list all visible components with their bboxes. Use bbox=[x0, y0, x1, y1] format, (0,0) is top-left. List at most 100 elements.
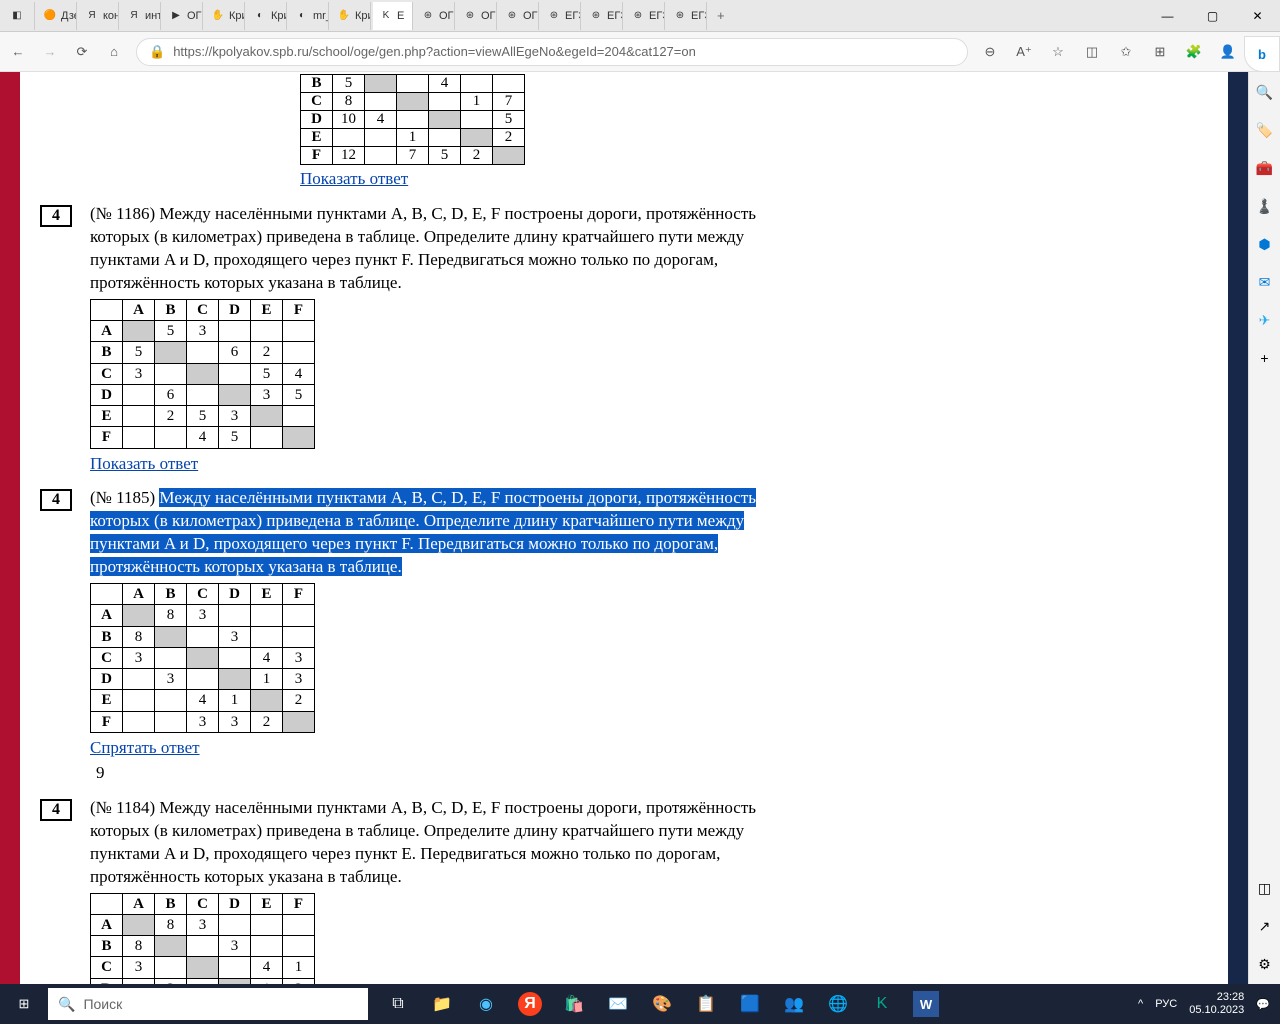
question-number: 4 bbox=[40, 205, 72, 227]
table-1184: ABCDEFA83B83C341D313E412F132 bbox=[90, 893, 315, 984]
tab-favicon: ⊛ bbox=[421, 9, 435, 23]
collections-icon[interactable]: ⊞ bbox=[1150, 42, 1170, 62]
split-icon[interactable]: ◫ bbox=[1082, 42, 1102, 62]
chrome-icon[interactable]: 🌐 bbox=[816, 984, 860, 1024]
browser-tab[interactable]: ▶ОГЭ bbox=[163, 2, 203, 30]
question-text: (№ 1184) Между населёнными пунктами A, B… bbox=[90, 797, 810, 889]
browser-tab[interactable]: ◧ bbox=[4, 2, 35, 30]
tab-favicon: Я bbox=[127, 9, 141, 23]
read-aloud-icon[interactable]: A⁺ bbox=[1014, 42, 1034, 62]
tab-favicon: ◐ bbox=[295, 9, 309, 23]
browser-tab[interactable]: 🟠Дзен bbox=[37, 2, 77, 30]
tab-favicon: 🟠 bbox=[43, 9, 57, 23]
show-answer-link[interactable]: Показать ответ bbox=[90, 453, 198, 476]
outlook-icon[interactable]: ✉ bbox=[1255, 272, 1275, 292]
shopping-icon[interactable]: 🏷️ bbox=[1255, 120, 1275, 140]
office-icon[interactable]: ⬢ bbox=[1255, 234, 1275, 254]
bing-button[interactable]: b bbox=[1244, 36, 1280, 72]
browser-tab[interactable]: ⊛ОГЭ- bbox=[457, 2, 497, 30]
paint-icon[interactable]: 🎨 bbox=[640, 984, 684, 1024]
edge-sidebar: 🔍 🏷️ 🧰 ♟️ ⬢ ✉ ✈ + ◫ ↗ ⚙ bbox=[1248, 72, 1280, 984]
question-number: 4 bbox=[40, 489, 72, 511]
tab-favicon: K bbox=[379, 9, 393, 23]
browser-tab[interactable]: ⊛ОГЭ- bbox=[415, 2, 455, 30]
browser-tab[interactable]: ⊛ЕГЭ- bbox=[541, 2, 581, 30]
table-1185: ABCDEFA83B83C343D313E412F332 bbox=[90, 583, 315, 733]
extensions-icon[interactable]: 🧩 bbox=[1184, 42, 1204, 62]
browser-tab[interactable]: ⊛ОГЭ- bbox=[499, 2, 539, 30]
tab-favicon: ◐ bbox=[253, 9, 267, 23]
add-icon[interactable]: + bbox=[1255, 348, 1275, 368]
browser-tab[interactable]: ◐mr_c bbox=[289, 2, 329, 30]
forward-button: → bbox=[40, 42, 60, 62]
page-content: B54C817D1045E12F12752 Показать ответ 4 (… bbox=[20, 72, 1228, 984]
tab-favicon: ⊛ bbox=[547, 9, 561, 23]
browser-tab[interactable]: ⊛ЕГЭ- bbox=[625, 2, 665, 30]
app-icon[interactable]: 📋 bbox=[684, 984, 728, 1024]
profile-icon[interactable]: 👤 bbox=[1218, 42, 1238, 62]
panel-icon[interactable]: ◫ bbox=[1255, 878, 1275, 898]
url-input[interactable]: 🔒 https://kpolyakov.spb.ru/school/oge/ge… bbox=[136, 38, 968, 66]
taskbar-search[interactable]: 🔍 Поиск bbox=[48, 988, 368, 1020]
browser-tab[interactable]: Яконт bbox=[79, 2, 119, 30]
edge-icon[interactable]: ◉ bbox=[464, 984, 508, 1024]
tab-favicon: ✋ bbox=[211, 9, 225, 23]
maximize-button[interactable]: ▢ bbox=[1190, 0, 1235, 32]
back-button[interactable]: ← bbox=[8, 42, 28, 62]
question-number: 4 bbox=[40, 799, 72, 821]
tab-favicon: ▶ bbox=[169, 9, 183, 23]
tab-favicon: ⊛ bbox=[631, 9, 645, 23]
address-bar: ← → ⟳ ⌂ 🔒 https://kpolyakov.spb.ru/schoo… bbox=[0, 32, 1280, 72]
refresh-button[interactable]: ⟳ bbox=[72, 42, 92, 62]
browser-tab[interactable]: ◐Крит bbox=[247, 2, 287, 30]
favorites-icon[interactable]: ✩ bbox=[1116, 42, 1136, 62]
tab-favicon: ⊛ bbox=[673, 9, 687, 23]
store-icon[interactable]: 🛍️ bbox=[552, 984, 596, 1024]
lock-icon: 🔒 bbox=[149, 44, 165, 60]
app2-icon[interactable]: 🟦 bbox=[728, 984, 772, 1024]
url-text: https://kpolyakov.spb.ru/school/oge/gen.… bbox=[173, 44, 955, 59]
mail-icon[interactable]: ✉️ bbox=[596, 984, 640, 1024]
close-button[interactable]: ✕ bbox=[1235, 0, 1280, 32]
tab-favicon: ⊛ bbox=[463, 9, 477, 23]
tab-favicon: ⊛ bbox=[589, 9, 603, 23]
right-border bbox=[1228, 72, 1248, 984]
teams-icon[interactable]: 👥 bbox=[772, 984, 816, 1024]
question-text: (№ 1185) Между населёнными пунктами A, B… bbox=[90, 487, 810, 579]
taskview-icon[interactable]: ⧉ bbox=[376, 984, 420, 1024]
explorer-icon[interactable]: 📁 bbox=[420, 984, 464, 1024]
answer-value: 9 bbox=[96, 762, 810, 785]
start-button[interactable]: ⊞ bbox=[0, 984, 48, 1024]
browser-tab[interactable]: ⊛ЕГЭ- bbox=[667, 2, 707, 30]
yandex-icon[interactable]: Я bbox=[518, 992, 542, 1016]
telegram-icon[interactable]: ✈ bbox=[1255, 310, 1275, 330]
kaspersky-icon[interactable]: K bbox=[860, 984, 904, 1024]
word-icon[interactable]: W bbox=[913, 991, 939, 1017]
tray-chevron-icon[interactable]: ^ bbox=[1138, 998, 1143, 1010]
clock[interactable]: 23:28 05.10.2023 bbox=[1189, 991, 1244, 1017]
hide-answer-link[interactable]: Спрятать ответ bbox=[90, 737, 200, 760]
browser-tab[interactable]: ✋Крит bbox=[331, 2, 371, 30]
search-icon: 🔍 bbox=[58, 996, 75, 1013]
tab-favicon: ◧ bbox=[10, 9, 24, 23]
table-top: B54C817D1045E12F12752 bbox=[300, 74, 525, 165]
new-tab-button[interactable]: + bbox=[709, 8, 733, 23]
search-icon[interactable]: 🔍 bbox=[1255, 82, 1275, 102]
games-icon[interactable]: ♟️ bbox=[1255, 196, 1275, 216]
table-1186: ABCDEFA53B562C354D635E253F45 bbox=[90, 299, 315, 449]
show-answer-link[interactable]: Показать ответ bbox=[300, 169, 408, 189]
zoom-icon[interactable]: ⊖ bbox=[980, 42, 1000, 62]
favorite-icon[interactable]: ☆ bbox=[1048, 42, 1068, 62]
notifications-icon[interactable]: 💬 bbox=[1256, 998, 1270, 1011]
home-button[interactable]: ⌂ bbox=[104, 42, 124, 62]
share-icon[interactable]: ↗ bbox=[1255, 916, 1275, 936]
settings-icon[interactable]: ⚙ bbox=[1255, 954, 1275, 974]
browser-tab[interactable]: ✋Крит bbox=[205, 2, 245, 30]
minimize-button[interactable]: ― bbox=[1145, 0, 1190, 32]
browser-tab[interactable]: ⊛ЕГЭ- bbox=[583, 2, 623, 30]
browser-tab[interactable]: KЕ× bbox=[373, 2, 413, 30]
question-text: (№ 1186) Между населёнными пунктами A, B… bbox=[90, 203, 810, 295]
browser-tab[interactable]: Яинте bbox=[121, 2, 161, 30]
language-indicator[interactable]: РУС bbox=[1155, 998, 1177, 1010]
tools-icon[interactable]: 🧰 bbox=[1255, 158, 1275, 178]
